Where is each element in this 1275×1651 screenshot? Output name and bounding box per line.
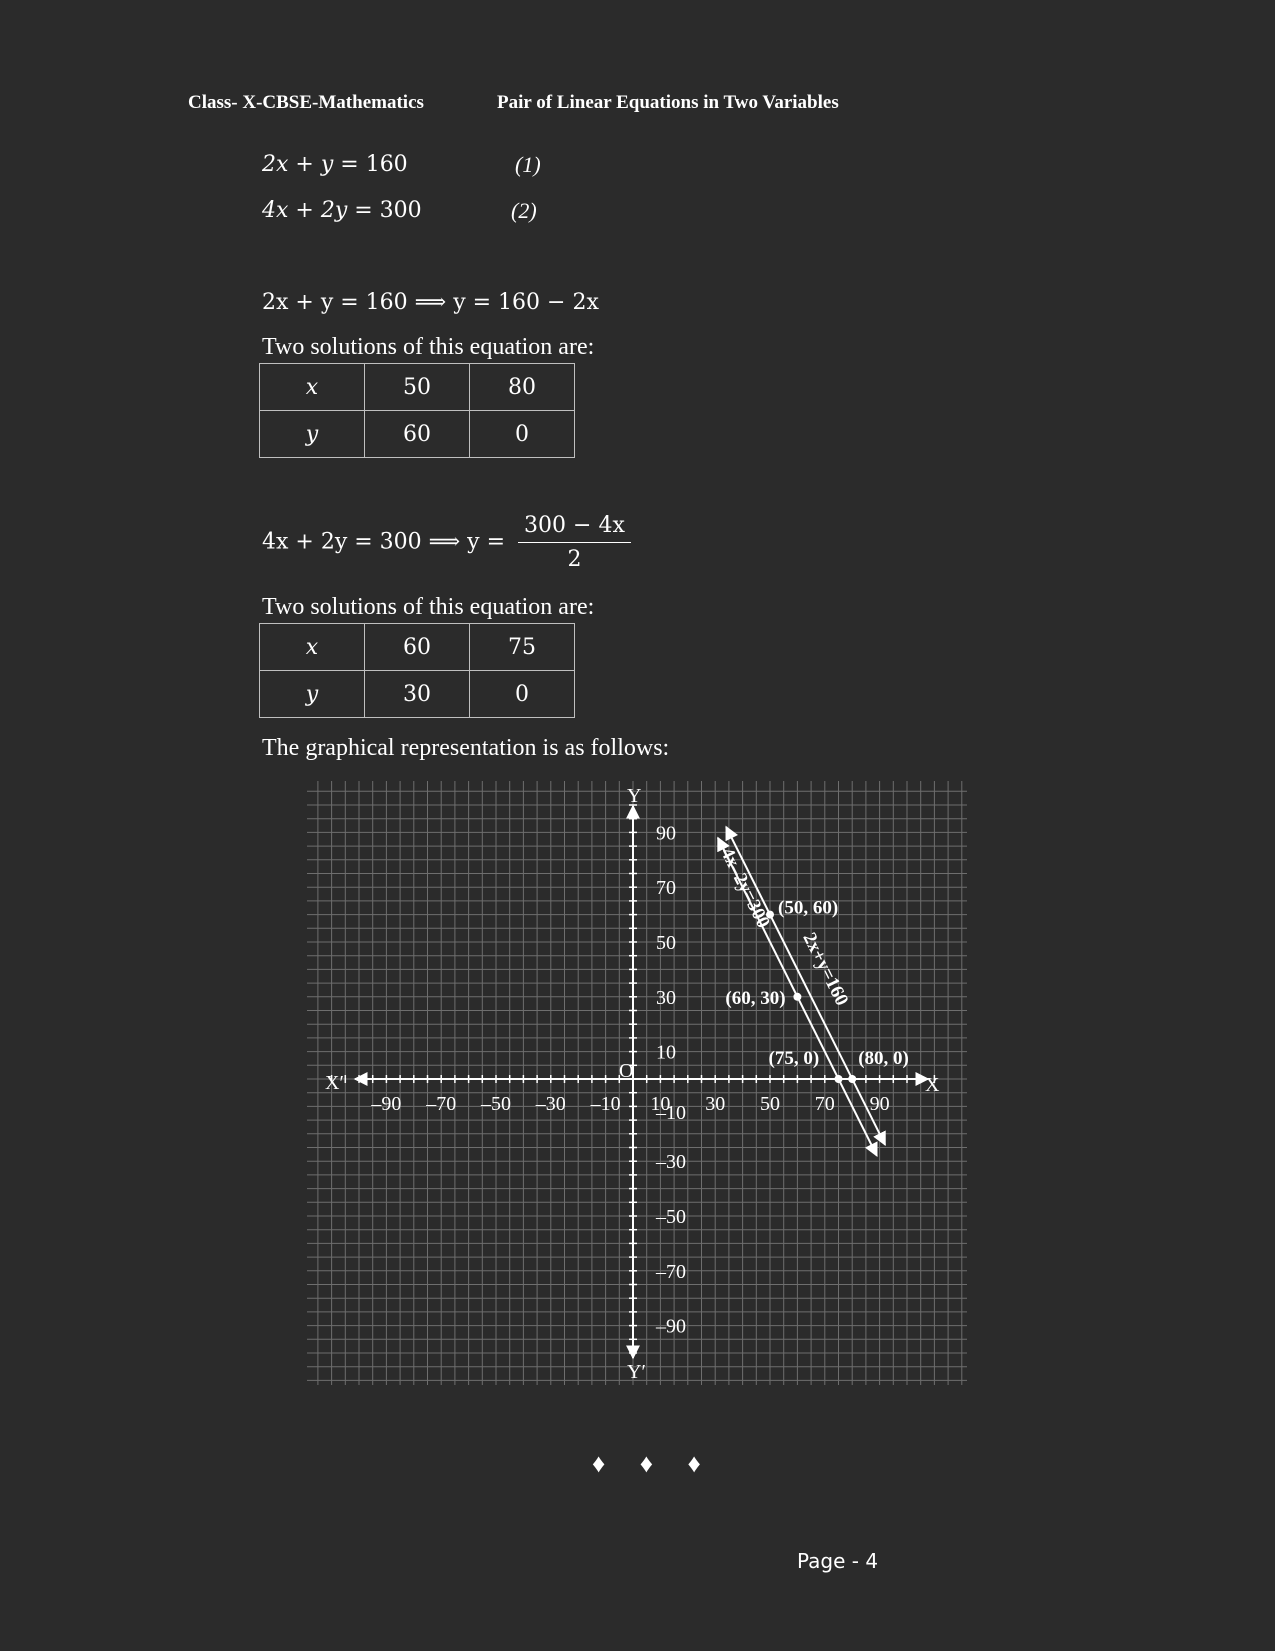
x-tick-label: 70 — [815, 1093, 835, 1115]
x-tick-label: 90 — [870, 1093, 890, 1115]
point-label: (60, 30) — [725, 988, 785, 1009]
point-label: (50, 60) — [778, 898, 838, 919]
y-tick-label: –90 — [655, 1316, 686, 1338]
x-tick-label: –50 — [480, 1093, 511, 1115]
point-label: (75, 0) — [769, 1048, 820, 1069]
point-label: (80, 0) — [858, 1048, 909, 1069]
y-tick-label: –50 — [655, 1206, 686, 1228]
y-tick-label: 30 — [656, 987, 676, 1009]
origin-label: O — [619, 1060, 633, 1082]
x-axis-negative-label: X′ — [325, 1072, 344, 1094]
x-axis-label: X — [925, 1074, 940, 1096]
grid-lines — [307, 781, 967, 1385]
y-tick-label: –10 — [655, 1102, 686, 1124]
x-tick-label: –30 — [535, 1093, 566, 1115]
data-point — [834, 1075, 843, 1083]
x-tick-label: 30 — [705, 1093, 725, 1115]
y-tick-label: 50 — [656, 932, 676, 954]
y-tick-label: 70 — [656, 877, 676, 899]
y-tick-label: –30 — [655, 1151, 686, 1173]
data-point — [848, 1075, 857, 1083]
y-tick-label: 90 — [656, 822, 676, 844]
y-tick-label: –70 — [655, 1261, 686, 1283]
y-axis-label: Y — [627, 785, 641, 807]
x-tick-label: –90 — [370, 1093, 401, 1115]
series-label-2: 4x–2y=300 — [716, 844, 774, 931]
x-tick-label: –10 — [590, 1093, 621, 1115]
section-end-diamonds: ♦ ♦ ♦ — [592, 1449, 715, 1478]
page-number: Page - 4 — [797, 1549, 879, 1573]
y-tick-label: 10 — [656, 1042, 676, 1064]
x-tick-label: 50 — [760, 1093, 780, 1115]
data-point — [793, 992, 802, 1001]
data-point — [766, 910, 774, 919]
linear-equations-graph: X X′ Y Y′ O –90 –70 –50 –30 –10 10 30 50 70 90 90 70 50 30… — [307, 781, 967, 1385]
x-tick-label: –70 — [425, 1093, 456, 1115]
y-axis-negative-label: Y′ — [627, 1361, 646, 1383]
